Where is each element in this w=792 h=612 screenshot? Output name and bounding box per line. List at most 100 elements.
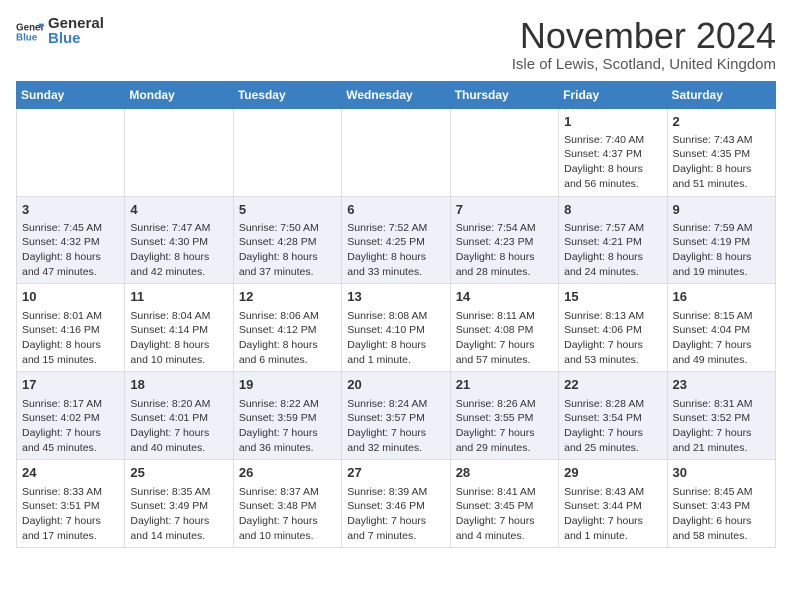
table-row: 1 Sunrise: 7:40 AMSunset: 4:37 PMDaylight…	[559, 108, 667, 196]
location: Isle of Lewis, Scotland, United Kingdom	[512, 56, 776, 73]
day-info: Sunrise: 8:45 AMSunset: 3:43 PMDaylight:…	[673, 485, 770, 544]
day-number: 9	[673, 201, 770, 219]
day-number: 12	[239, 288, 336, 306]
day-number: 26	[239, 464, 336, 482]
day-number: 10	[22, 288, 119, 306]
table-row: 15 Sunrise: 8:13 AMSunset: 4:06 PMDayligh…	[559, 284, 667, 372]
table-row: 28 Sunrise: 8:41 AMSunset: 3:45 PMDayligh…	[450, 460, 558, 548]
col-wednesday: Wednesday	[342, 81, 450, 108]
day-number: 11	[130, 288, 227, 306]
day-number: 4	[130, 201, 227, 219]
table-row: 22 Sunrise: 8:28 AMSunset: 3:54 PMDayligh…	[559, 372, 667, 460]
day-info: Sunrise: 8:11 AMSunset: 4:08 PMDaylight:…	[456, 309, 553, 368]
table-row: 6Sunrise: 7:52 AMSunset: 4:25 PMDaylight…	[342, 196, 450, 284]
day-info: Sunrise: 8:15 AMSunset: 4:04 PMDaylight:…	[673, 309, 770, 368]
logo-text-blue: Blue	[48, 31, 104, 48]
day-number: 2	[673, 113, 770, 131]
calendar-week-row: 10 Sunrise: 8:01 AMSunset: 4:16 PMDayligh…	[17, 284, 776, 372]
table-row: 29Sunrise: 8:43 AMSunset: 3:44 PMDayligh…	[559, 460, 667, 548]
day-info: Sunrise: 7:54 AMSunset: 4:23 PMDaylight:…	[456, 221, 553, 280]
month-title: November 2024	[512, 16, 776, 56]
day-info: Sunrise: 8:26 AMSunset: 3:55 PMDaylight:…	[456, 397, 553, 456]
day-number: 8	[564, 201, 661, 219]
day-number: 13	[347, 288, 444, 306]
table-row: 3 Sunrise: 7:45 AMSunset: 4:32 PMDaylight…	[17, 196, 125, 284]
day-info: Sunrise: 7:59 AMSunset: 4:19 PMDaylight:…	[673, 221, 770, 280]
table-row: 21 Sunrise: 8:26 AMSunset: 3:55 PMDayligh…	[450, 372, 558, 460]
col-monday: Monday	[125, 81, 233, 108]
day-info: Sunrise: 8:35 AMSunset: 3:49 PMDaylight:…	[130, 485, 227, 544]
table-row: 26 Sunrise: 8:37 AMSunset: 3:48 PMDayligh…	[233, 460, 341, 548]
day-number: 20	[347, 376, 444, 394]
table-row	[125, 108, 233, 196]
table-row: 20Sunrise: 8:24 AMSunset: 3:57 PMDayligh…	[342, 372, 450, 460]
calendar-header-row: Sunday Monday Tuesday Wednesday Thursday…	[17, 81, 776, 108]
table-row: 4 Sunrise: 7:47 AMSunset: 4:30 PMDaylight…	[125, 196, 233, 284]
day-number: 21	[456, 376, 553, 394]
day-number: 30	[673, 464, 770, 482]
table-row	[450, 108, 558, 196]
day-number: 22	[564, 376, 661, 394]
table-row: 30 Sunrise: 8:45 AMSunset: 3:43 PMDayligh…	[667, 460, 775, 548]
day-info: Sunrise: 8:37 AMSunset: 3:48 PMDaylight:…	[239, 485, 336, 544]
day-number: 3	[22, 201, 119, 219]
day-info: Sunrise: 8:20 AMSunset: 4:01 PMDaylight:…	[130, 397, 227, 456]
logo-icon: General Blue	[16, 18, 44, 46]
day-info: Sunrise: 8:08 AMSunset: 4:10 PMDaylight:…	[347, 309, 444, 368]
table-row: 9 Sunrise: 7:59 AMSunset: 4:19 PMDaylight…	[667, 196, 775, 284]
table-row: 19 Sunrise: 8:22 AMSunset: 3:59 PMDayligh…	[233, 372, 341, 460]
day-info: Sunrise: 7:40 AMSunset: 4:37 PMDaylight:…	[564, 133, 661, 192]
day-number: 15	[564, 288, 661, 306]
day-info: Sunrise: 8:17 AMSunset: 4:02 PMDaylight:…	[22, 397, 119, 456]
calendar-week-row: 3 Sunrise: 7:45 AMSunset: 4:32 PMDaylight…	[17, 196, 776, 284]
day-number: 18	[130, 376, 227, 394]
day-number: 24	[22, 464, 119, 482]
title-block: November 2024 Isle of Lewis, Scotland, U…	[512, 16, 776, 73]
day-info: Sunrise: 8:33 AMSunset: 3:51 PMDaylight:…	[22, 485, 119, 544]
day-info: Sunrise: 8:01 AMSunset: 4:16 PMDaylight:…	[22, 309, 119, 368]
day-info: Sunrise: 7:47 AMSunset: 4:30 PMDaylight:…	[130, 221, 227, 280]
table-row: 17Sunrise: 8:17 AMSunset: 4:02 PMDayligh…	[17, 372, 125, 460]
table-row: 16Sunrise: 8:15 AMSunset: 4:04 PMDayligh…	[667, 284, 775, 372]
table-row	[17, 108, 125, 196]
table-row: 5Sunrise: 7:50 AMSunset: 4:28 PMDaylight…	[233, 196, 341, 284]
day-info: Sunrise: 8:04 AMSunset: 4:14 PMDaylight:…	[130, 309, 227, 368]
day-info: Sunrise: 7:45 AMSunset: 4:32 PMDaylight:…	[22, 221, 119, 280]
day-number: 23	[673, 376, 770, 394]
day-info: Sunrise: 7:50 AMSunset: 4:28 PMDaylight:…	[239, 221, 336, 280]
table-row: 2Sunrise: 7:43 AMSunset: 4:35 PMDaylight…	[667, 108, 775, 196]
table-row: 27Sunrise: 8:39 AMSunset: 3:46 PMDayligh…	[342, 460, 450, 548]
day-info: Sunrise: 8:31 AMSunset: 3:52 PMDaylight:…	[673, 397, 770, 456]
day-info: Sunrise: 8:28 AMSunset: 3:54 PMDaylight:…	[564, 397, 661, 456]
day-info: Sunrise: 8:06 AMSunset: 4:12 PMDaylight:…	[239, 309, 336, 368]
table-row: 8 Sunrise: 7:57 AMSunset: 4:21 PMDaylight…	[559, 196, 667, 284]
table-row: 25 Sunrise: 8:35 AMSunset: 3:49 PMDayligh…	[125, 460, 233, 548]
day-info: Sunrise: 8:22 AMSunset: 3:59 PMDaylight:…	[239, 397, 336, 456]
table-row: 12 Sunrise: 8:06 AMSunset: 4:12 PMDayligh…	[233, 284, 341, 372]
table-row: 18 Sunrise: 8:20 AMSunset: 4:01 PMDayligh…	[125, 372, 233, 460]
svg-text:Blue: Blue	[16, 32, 38, 43]
day-info: Sunrise: 8:41 AMSunset: 3:45 PMDaylight:…	[456, 485, 553, 544]
day-info: Sunrise: 8:13 AMSunset: 4:06 PMDaylight:…	[564, 309, 661, 368]
col-tuesday: Tuesday	[233, 81, 341, 108]
calendar-week-row: 24 Sunrise: 8:33 AMSunset: 3:51 PMDayligh…	[17, 460, 776, 548]
table-row: 14Sunrise: 8:11 AMSunset: 4:08 PMDayligh…	[450, 284, 558, 372]
day-number: 28	[456, 464, 553, 482]
page-header: General Blue General Blue November 2024 …	[16, 16, 776, 73]
day-number: 19	[239, 376, 336, 394]
table-row	[342, 108, 450, 196]
col-saturday: Saturday	[667, 81, 775, 108]
day-info: Sunrise: 8:43 AMSunset: 3:44 PMDaylight:…	[564, 485, 661, 544]
table-row	[233, 108, 341, 196]
day-number: 1	[564, 113, 661, 131]
calendar-week-row: 1 Sunrise: 7:40 AMSunset: 4:37 PMDaylight…	[17, 108, 776, 196]
day-number: 27	[347, 464, 444, 482]
day-number: 6	[347, 201, 444, 219]
day-number: 25	[130, 464, 227, 482]
table-row: 7Sunrise: 7:54 AMSunset: 4:23 PMDaylight…	[450, 196, 558, 284]
table-row: 23 Sunrise: 8:31 AMSunset: 3:52 PMDayligh…	[667, 372, 775, 460]
day-info: Sunrise: 7:57 AMSunset: 4:21 PMDaylight:…	[564, 221, 661, 280]
table-row: 24 Sunrise: 8:33 AMSunset: 3:51 PMDayligh…	[17, 460, 125, 548]
calendar-week-row: 17Sunrise: 8:17 AMSunset: 4:02 PMDayligh…	[17, 372, 776, 460]
calendar-table: Sunday Monday Tuesday Wednesday Thursday…	[16, 81, 776, 549]
